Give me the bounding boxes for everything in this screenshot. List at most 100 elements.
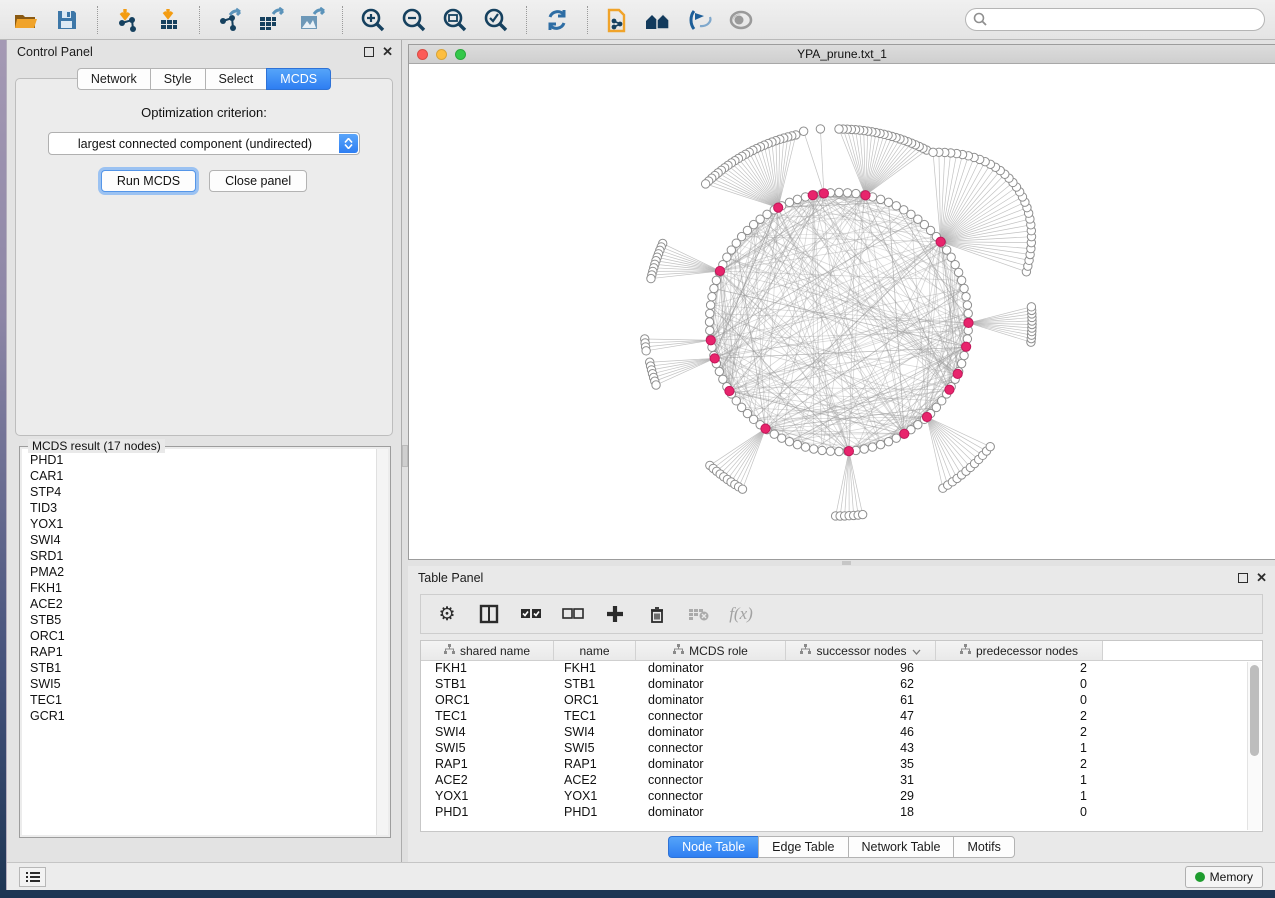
export-image-icon[interactable]	[296, 5, 328, 35]
delete-table-icon-disabled	[687, 602, 711, 626]
tab-motifs[interactable]: Motifs	[953, 836, 1014, 858]
mcds-result-item[interactable]: YOX1	[30, 516, 368, 532]
table-row[interactable]: RAP1RAP1dominator352	[421, 757, 1262, 773]
zoom-selected-icon[interactable]	[480, 5, 512, 35]
table-row[interactable]: PHD1PHD1dominator180	[421, 805, 1262, 821]
column-label: MCDS role	[689, 644, 748, 658]
table-row[interactable]: ACE2ACE2connector311	[421, 773, 1262, 789]
table-row[interactable]: STB1STB1dominator620	[421, 677, 1262, 693]
close-panel-icon[interactable]: ✕	[382, 47, 393, 57]
zoom-out-icon[interactable]	[398, 5, 430, 35]
column-header-name[interactable]: name	[554, 641, 636, 660]
control-panel: Control Panel ✕ NetworkStyleSelectMCDS O…	[7, 40, 401, 862]
vertical-splitter[interactable]	[401, 40, 408, 862]
add-column-icon[interactable]	[603, 602, 627, 626]
optimization-dropdown[interactable]: largest connected component (undirected)	[48, 132, 360, 155]
column-label: shared name	[460, 644, 530, 658]
table-cell: 0	[936, 677, 1103, 693]
table-row[interactable]: SWI5SWI5connector431	[421, 741, 1262, 757]
import-network-icon[interactable]	[112, 5, 144, 35]
close-panel-button[interactable]: Close panel	[209, 170, 307, 192]
column-header-successor-nodes[interactable]: successor nodes	[786, 641, 936, 660]
delete-column-icon[interactable]	[645, 602, 669, 626]
select-all-icon[interactable]	[519, 602, 543, 626]
settings-gear-icon[interactable]: ⚙	[435, 602, 459, 626]
mcds-result-item[interactable]: ORC1	[30, 628, 368, 644]
mcds-result-item[interactable]: GCR1	[30, 708, 368, 724]
mcds-result-item[interactable]: TEC1	[30, 692, 368, 708]
column-header-shared-name[interactable]: shared name	[421, 641, 554, 660]
table-cell: TEC1	[421, 709, 554, 725]
refresh-layout-icon[interactable]	[541, 5, 573, 35]
zoom-in-icon[interactable]	[357, 5, 389, 35]
tab-node-table[interactable]: Node Table	[668, 836, 758, 858]
mcds-result-item[interactable]: SWI4	[30, 532, 368, 548]
mcds-result-item[interactable]: FKH1	[30, 580, 368, 596]
splitter-grip[interactable]	[842, 561, 851, 565]
run-mcds-button[interactable]: Run MCDS	[101, 170, 196, 192]
scrollbar-thumb[interactable]	[1250, 665, 1259, 756]
first-neighbors-icon[interactable]	[643, 5, 675, 35]
open-file-icon[interactable]	[10, 5, 42, 35]
tab-select[interactable]: Select	[205, 68, 267, 90]
table-cell: 2	[936, 725, 1103, 741]
import-table-icon[interactable]	[153, 5, 185, 35]
shared-column-icon	[444, 644, 455, 658]
table-row[interactable]: TEC1TEC1connector472	[421, 709, 1262, 725]
table-row[interactable]: FKH1FKH1dominator962	[421, 661, 1262, 677]
deselect-all-icon[interactable]	[561, 602, 585, 626]
export-network-icon[interactable]	[214, 5, 246, 35]
zoom-fit-icon[interactable]	[439, 5, 471, 35]
network-from-file-icon[interactable]	[602, 5, 634, 35]
toolbar-separator	[97, 6, 98, 34]
mcds-result-item[interactable]: TID3	[30, 500, 368, 516]
network-graph[interactable]	[409, 64, 1275, 559]
mcds-result-item[interactable]: SWI5	[30, 676, 368, 692]
horizontal-splitter[interactable]	[408, 560, 1275, 566]
table-cell: YOX1	[554, 789, 636, 805]
save-session-icon[interactable]	[51, 5, 83, 35]
mcds-result-item[interactable]: ACE2	[30, 596, 368, 612]
mcds-result-item[interactable]: STB5	[30, 612, 368, 628]
table-cell: RAP1	[421, 757, 554, 773]
splitter-grip[interactable]	[402, 445, 408, 467]
tab-edge-table[interactable]: Edge Table	[758, 836, 847, 858]
control-panel-tabs: NetworkStyleSelectMCDS	[7, 68, 401, 90]
float-panel-icon[interactable]	[1238, 573, 1248, 583]
mcds-result-item[interactable]: RAP1	[30, 644, 368, 660]
mcds-result-list[interactable]: PHD1CAR1STP4TID3YOX1SWI4SRD1PMA2FKH1ACE2…	[22, 449, 376, 835]
table-row[interactable]: SWI4SWI4dominator462	[421, 725, 1262, 741]
hide-selected-icon[interactable]	[684, 5, 716, 35]
column-label: predecessor nodes	[976, 644, 1078, 658]
mcds-result-item[interactable]: CAR1	[30, 468, 368, 484]
task-history-button[interactable]	[19, 867, 46, 887]
mcds-result-item[interactable]: SRD1	[30, 548, 368, 564]
tab-network-table[interactable]: Network Table	[848, 836, 954, 858]
mcds-result-item[interactable]: STP4	[30, 484, 368, 500]
memory-label: Memory	[1210, 870, 1253, 884]
table-cell: dominator	[636, 757, 786, 773]
table-cell: 31	[786, 773, 936, 789]
mcds-list-scrollbar[interactable]	[376, 449, 388, 835]
table-cell: STB1	[554, 677, 636, 693]
column-header-predecessor-nodes[interactable]: predecessor nodes	[936, 641, 1103, 660]
table-row[interactable]: YOX1YOX1connector291	[421, 789, 1262, 805]
network-canvas[interactable]	[409, 64, 1275, 559]
tab-network[interactable]: Network	[77, 68, 150, 90]
show-column-icon[interactable]	[477, 602, 501, 626]
export-table-icon[interactable]	[255, 5, 287, 35]
mcds-result-item[interactable]: PHD1	[30, 452, 368, 468]
column-header-MCDS-role[interactable]: MCDS role	[636, 641, 786, 660]
show-graphics-details-icon[interactable]	[725, 5, 757, 35]
mcds-result-item[interactable]: PMA2	[30, 564, 368, 580]
float-panel-icon[interactable]	[364, 47, 374, 57]
tab-mcds[interactable]: MCDS	[266, 68, 331, 90]
close-panel-icon[interactable]: ✕	[1256, 573, 1267, 583]
memory-button[interactable]: Memory	[1185, 866, 1263, 888]
mcds-result-item[interactable]: STB1	[30, 660, 368, 676]
memory-status-icon	[1195, 872, 1205, 882]
search-input[interactable]	[965, 8, 1265, 31]
table-row[interactable]: ORC1ORC1dominator610	[421, 693, 1262, 709]
table-scrollbar[interactable]	[1247, 662, 1261, 830]
tab-style[interactable]: Style	[150, 68, 205, 90]
